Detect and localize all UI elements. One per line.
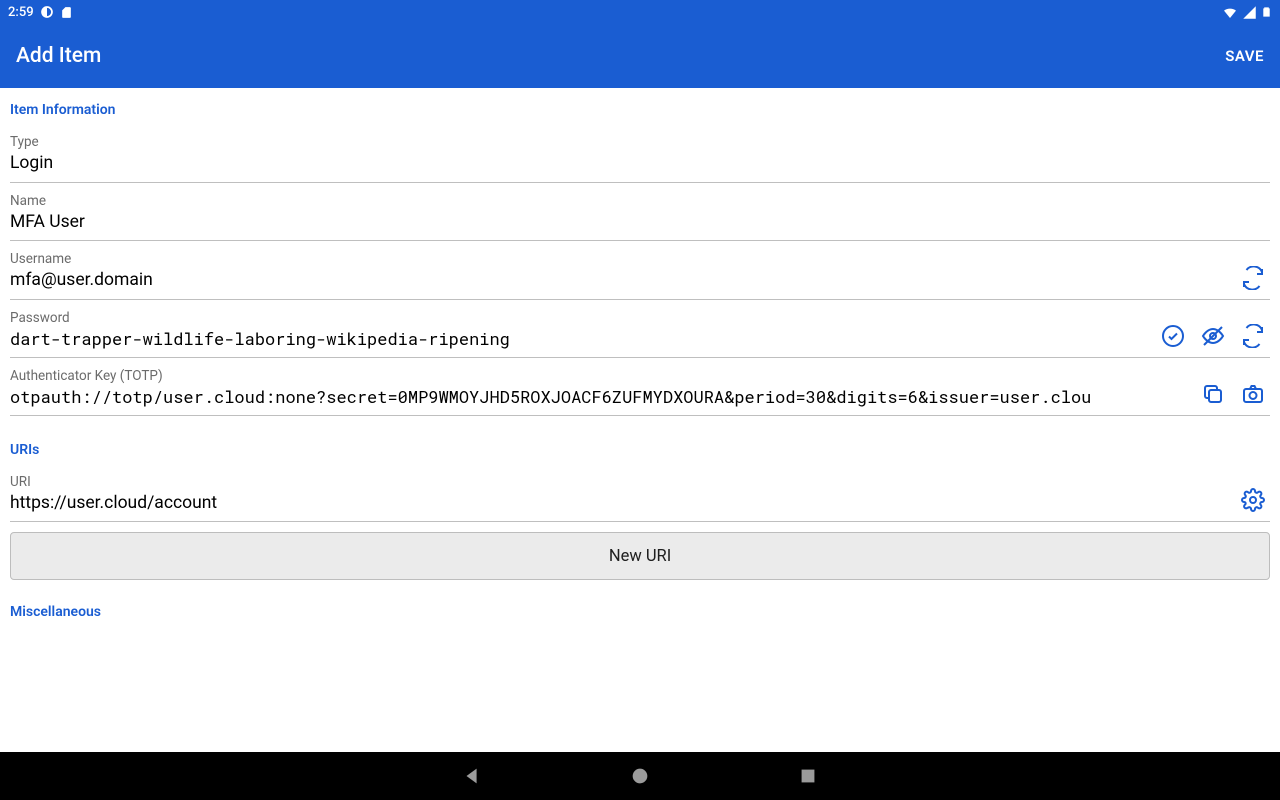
- field-password[interactable]: Password dart-trapper-wildlife-laboring-…: [10, 300, 1270, 358]
- gear-icon[interactable]: [1240, 487, 1266, 513]
- field-totp-label: Authenticator Key (TOTP): [10, 368, 1188, 384]
- section-miscellaneous: Miscellaneous: [10, 580, 1270, 620]
- android-nav-bar: [0, 752, 1280, 800]
- section-uris: URIs: [10, 428, 1270, 464]
- circle-outline-icon: [40, 5, 54, 19]
- sd-card-icon: [60, 6, 73, 19]
- app-bar: Add Item SAVE: [0, 24, 1280, 88]
- page-title: Add Item: [16, 44, 101, 68]
- field-username[interactable]: Username mfa@user.domain: [10, 241, 1270, 300]
- field-username-label: Username: [10, 251, 1228, 267]
- nav-recent-button[interactable]: [794, 762, 822, 790]
- field-type-label: Type: [10, 134, 1270, 150]
- eye-off-icon[interactable]: [1200, 323, 1226, 349]
- field-type[interactable]: Type Login: [10, 124, 1270, 183]
- nav-home-button[interactable]: [626, 762, 654, 790]
- battery-icon: [1261, 4, 1272, 20]
- field-username-value: mfa@user.domain: [10, 269, 1228, 293]
- signal-icon: [1242, 5, 1257, 20]
- camera-icon[interactable]: [1240, 381, 1266, 407]
- status-bar: 2:59: [0, 0, 1280, 24]
- form-content[interactable]: Item Information Type Login Name MFA Use…: [0, 88, 1280, 752]
- field-name[interactable]: Name MFA User: [10, 183, 1270, 242]
- save-button[interactable]: SAVE: [1225, 47, 1264, 65]
- section-item-information: Item Information: [10, 88, 1270, 124]
- copy-icon[interactable]: [1200, 381, 1226, 407]
- field-uri[interactable]: URI https://user.cloud/account: [10, 464, 1270, 523]
- refresh-icon[interactable]: [1240, 265, 1266, 291]
- field-uri-label: URI: [10, 474, 1228, 490]
- field-name-value: MFA User: [10, 211, 1270, 235]
- field-totp-value: otpauth://totp/user.cloud:none?secret=0M…: [10, 386, 1188, 409]
- refresh-icon[interactable]: [1240, 323, 1266, 349]
- nav-back-button[interactable]: [458, 762, 486, 790]
- field-totp[interactable]: Authenticator Key (TOTP) otpauth://totp/…: [10, 358, 1270, 416]
- wifi-icon: [1222, 4, 1238, 20]
- status-time: 2:59: [8, 5, 34, 20]
- new-uri-label: New URI: [609, 547, 671, 566]
- field-uri-value: https://user.cloud/account: [10, 492, 1228, 516]
- check-circle-icon[interactable]: [1160, 323, 1186, 349]
- new-uri-button[interactable]: New URI: [10, 532, 1270, 580]
- field-password-value: dart-trapper-wildlife-laboring-wikipedia…: [10, 328, 1148, 351]
- field-name-label: Name: [10, 193, 1270, 209]
- field-password-label: Password: [10, 310, 1148, 326]
- field-type-value: Login: [10, 152, 1270, 176]
